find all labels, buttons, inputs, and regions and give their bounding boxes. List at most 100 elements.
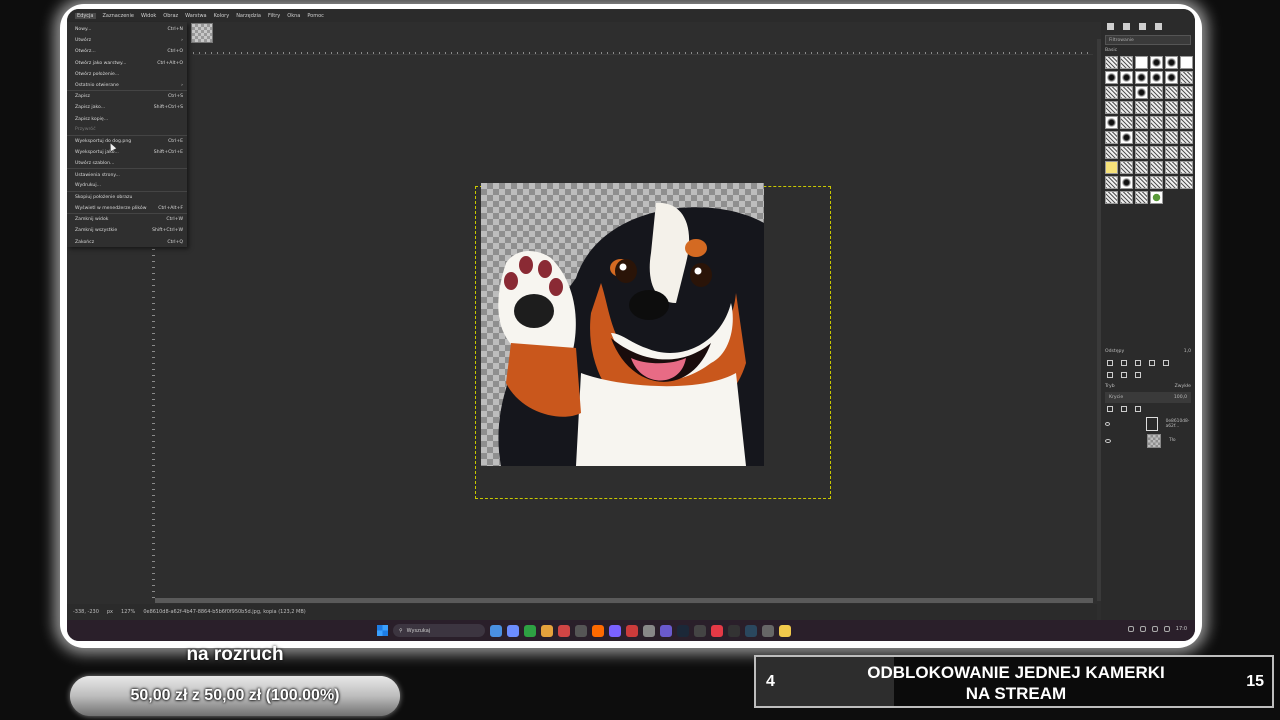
brush-swatch[interactable] <box>1135 131 1148 144</box>
brush-swatch[interactable] <box>1120 176 1133 189</box>
duplicate-brush-icon[interactable] <box>1135 360 1141 366</box>
brush-swatch[interactable] <box>1165 101 1178 114</box>
purple-app-icon[interactable] <box>660 624 672 637</box>
menu-item-create[interactable]: Utwórz › <box>67 35 187 46</box>
steam-app-icon[interactable] <box>677 624 689 637</box>
menu-item-save-as[interactable]: Zapisz jako... Shift+Ctrl+S <box>67 102 187 113</box>
discord-app-icon[interactable] <box>609 624 621 637</box>
menu-item-close-all[interactable]: Zamknij wszystkie Shift+Ctrl+W <box>67 225 187 236</box>
brush-swatch[interactable] <box>1105 116 1118 129</box>
brush-swatch[interactable] <box>1165 116 1178 129</box>
brush-tab-icon[interactable] <box>1107 22 1114 30</box>
menu-item-export-to[interactable]: Wyeksportuj do dog.png Ctrl+E <box>67 136 187 147</box>
brush-swatch[interactable] <box>1165 56 1178 69</box>
mode-row[interactable]: Tryb Zwykłe <box>1101 381 1195 392</box>
dog-image[interactable] <box>481 183 764 466</box>
menu-item-new[interactable]: Nowy... Ctrl+N <box>67 24 187 35</box>
brush-swatch[interactable] <box>1180 146 1193 159</box>
brush-swatch[interactable] <box>1120 101 1133 114</box>
spacing-value[interactable]: 1,0 <box>1184 349 1191 354</box>
brush-swatch[interactable] <box>1120 56 1133 69</box>
menu-item-show-in-file-manager[interactable]: Wyświetl w menedżerze plików Ctrl+Alt+F <box>67 203 187 215</box>
mode-select[interactable]: Zwykłe <box>1175 384 1191 389</box>
brush-swatch[interactable] <box>1180 56 1193 69</box>
brush-swatch[interactable] <box>1150 101 1163 114</box>
brush-swatch[interactable] <box>1150 131 1163 144</box>
menu-okna[interactable]: Okna <box>287 13 300 19</box>
windows-start-icon[interactable] <box>377 625 388 636</box>
image-tab-thumbnail[interactable] <box>191 23 213 43</box>
menu-item-save[interactable]: Zapisz Ctrl+S <box>67 91 187 102</box>
brush-swatch[interactable] <box>1150 191 1163 204</box>
layer-name[interactable]: Tło <box>1169 438 1176 443</box>
edit-brush-icon[interactable] <box>1107 360 1113 366</box>
brush-swatch[interactable] <box>1105 161 1118 174</box>
horizontal-ruler[interactable] <box>193 45 1093 55</box>
brush-swatch[interactable] <box>1105 176 1118 189</box>
steam-2-app-icon[interactable] <box>745 624 757 637</box>
menu-item-copy-location[interactable]: Skopiuj położenie obrazu <box>67 192 187 203</box>
settings-app-icon[interactable] <box>643 624 655 637</box>
menu-item-open-location[interactable]: Otwórz położenie... <box>67 69 187 80</box>
brush-swatch[interactable] <box>1150 56 1163 69</box>
clock-text[interactable]: 17:0 <box>1176 626 1187 632</box>
visibility-eye-icon[interactable] <box>1105 421 1111 426</box>
brush-swatch[interactable] <box>1120 116 1133 129</box>
edge-app-icon[interactable] <box>490 624 502 637</box>
menu-item-open-as-layers[interactable]: Otwórz jako warstwy... Ctrl+Alt+O <box>67 58 187 69</box>
font-tab-icon[interactable] <box>1139 22 1146 30</box>
brush-swatch[interactable] <box>1135 101 1148 114</box>
opacity-value[interactable]: 100,0 <box>1174 395 1187 400</box>
brush-swatch[interactable] <box>1120 146 1133 159</box>
battery-icon[interactable] <box>1163 626 1170 632</box>
obs-app-icon[interactable] <box>728 624 740 637</box>
menu-item-page-setup[interactable]: Ustawienia strony... <box>67 169 187 180</box>
new-brush-icon[interactable] <box>1121 360 1127 366</box>
menu-zaznaczenie[interactable]: Zaznaczenie <box>103 13 134 19</box>
menu-item-export-as[interactable]: Wyeksportuj jako... Shift+Ctrl+E <box>67 147 187 158</box>
menu-item-save-copy[interactable]: Zapisz kopię... <box>67 114 187 125</box>
delete-brush-icon[interactable] <box>1149 360 1155 366</box>
explorer-app-icon[interactable] <box>779 624 791 637</box>
menu-item-open[interactable]: Otwórz... Ctrl+O <box>67 46 187 57</box>
brush-swatch[interactable] <box>1105 56 1118 69</box>
brush-swatch[interactable] <box>1105 146 1118 159</box>
brush-swatch[interactable] <box>1150 71 1163 84</box>
brush-swatch[interactable] <box>1135 176 1148 189</box>
menu-edycja[interactable]: Edycja <box>75 12 96 19</box>
brush-swatch[interactable] <box>1105 101 1118 114</box>
lock-alpha-icon[interactable] <box>1135 406 1141 412</box>
brush-swatch[interactable] <box>1165 161 1178 174</box>
layer-name[interactable]: 0e8610d8-a62f... <box>1166 419 1195 429</box>
brush-swatch[interactable] <box>1150 176 1163 189</box>
brush-swatch[interactable] <box>1120 71 1133 84</box>
brush-swatch[interactable] <box>1135 86 1148 99</box>
brush-swatch[interactable] <box>1135 71 1148 84</box>
brush-swatch[interactable] <box>1120 131 1133 144</box>
brush-swatch[interactable] <box>1180 86 1193 99</box>
brush-swatch[interactable] <box>1180 131 1193 144</box>
document-tab-icon[interactable] <box>1155 22 1162 30</box>
menu-widok[interactable]: Widok <box>141 13 156 19</box>
chevron-up-icon[interactable] <box>1127 626 1134 632</box>
brush-swatch[interactable] <box>1135 161 1148 174</box>
menu-item-recent[interactable]: Ostatnio otwierane › <box>67 80 187 92</box>
brush-swatch[interactable] <box>1120 161 1133 174</box>
red-app-icon[interactable] <box>558 624 570 637</box>
brush-swatch[interactable] <box>1165 71 1178 84</box>
brush-swatch[interactable] <box>1135 56 1148 69</box>
horizontal-scrollbar[interactable] <box>155 598 1093 603</box>
menu-item-close-view[interactable]: Zamknij widok Ctrl+W <box>67 214 187 225</box>
brush-swatch[interactable] <box>1180 71 1193 84</box>
brush-swatch[interactable] <box>1105 131 1118 144</box>
opacity-row[interactable]: Krycie 100,0 <box>1105 392 1191 403</box>
brush-swatch[interactable] <box>1150 146 1163 159</box>
brush-swatch[interactable] <box>1165 176 1178 189</box>
brush-swatch[interactable] <box>1105 191 1118 204</box>
brush-swatch[interactable] <box>1150 116 1163 129</box>
layers-tab-icon[interactable] <box>1107 372 1113 378</box>
folder-app-icon[interactable] <box>541 624 553 637</box>
channels-tab-icon[interactable] <box>1121 372 1127 378</box>
brush-swatch[interactable] <box>1135 116 1148 129</box>
brush-swatch[interactable] <box>1180 101 1193 114</box>
